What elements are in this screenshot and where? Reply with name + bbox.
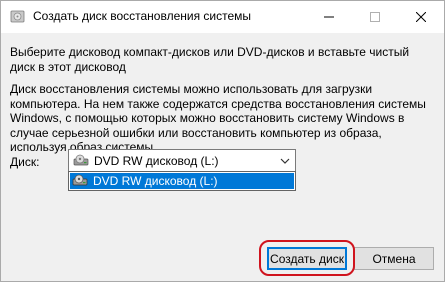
cancel-button[interactable]: Отмена	[354, 247, 434, 270]
chevron-down-icon	[280, 158, 290, 164]
disk-select-label: DVD RW дисковод (L:)	[94, 153, 219, 168]
window-title: Создать диск восстановления системы	[33, 9, 252, 23]
description-text: Диск восстановления системы можно исполь…	[10, 82, 426, 154]
instruction-text: Выберите дисковод компакт-дисков или DVD…	[10, 45, 410, 74]
close-icon	[416, 11, 426, 22]
maximize-button[interactable]	[352, 1, 398, 32]
dialog-content: Выберите дисковод компакт-дисков или DVD…	[1, 33, 444, 281]
dvd-drive-icon	[72, 174, 88, 186]
maximize-icon	[370, 11, 380, 22]
create-disc-button[interactable]: Создать диск	[267, 247, 347, 270]
minimize-button[interactable]	[306, 1, 352, 32]
title-bar[interactable]: Создать диск восстановления системы	[1, 1, 444, 33]
disk-option-dvd-rw-l[interactable]: DVD RW дисковод (L:)	[70, 173, 294, 189]
disk-select[interactable]: DVD RW дисковод (L:)	[68, 149, 296, 172]
recovery-disc-app-icon	[10, 10, 25, 23]
disk-select-value: DVD RW дисковод (L:)	[71, 152, 271, 169]
disk-label: Диск:	[10, 155, 40, 169]
dvd-drive-icon	[73, 154, 89, 165]
disk-option-label: DVD RW дисковод (L:)	[93, 174, 218, 188]
close-button[interactable]	[398, 1, 444, 32]
minimize-icon	[324, 16, 334, 17]
dialog-window: Создать диск восстановления системы Выбе…	[0, 0, 445, 282]
disk-dropdown-list: DVD RW дисковод (L:)	[68, 171, 296, 191]
